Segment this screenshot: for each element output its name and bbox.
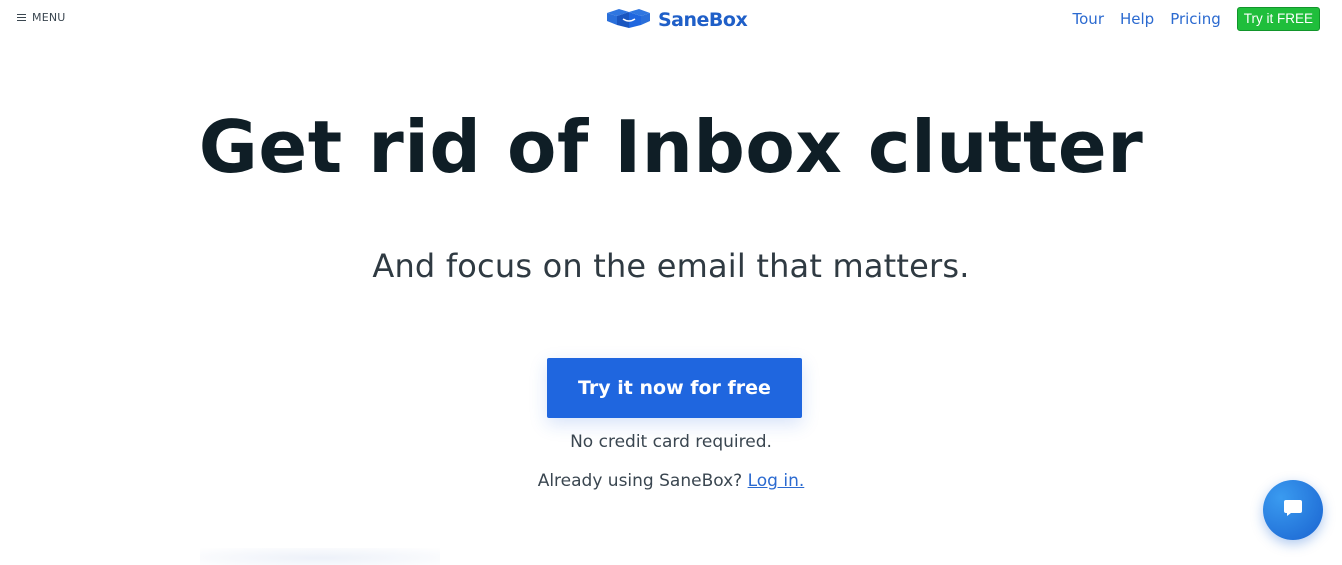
nav-pricing[interactable]: Pricing [1170, 10, 1221, 28]
landing-page: MENU SaneBox Tour Help Pricing Try it FR… [0, 0, 1342, 565]
top-nav: Tour Help Pricing Try it FREE [1073, 7, 1320, 31]
logo-text: SaneBox [658, 9, 748, 31]
login-line: Already using SaneBox? Log in. [0, 471, 1342, 491]
hero-headline: Get rid of Inbox clutter [198, 105, 1144, 189]
hero-subhead: And focus on the email that matters. [372, 247, 970, 285]
decorative-fade [200, 548, 440, 565]
try-now-button[interactable]: Try it now for free [547, 358, 802, 418]
box-icon [605, 7, 652, 33]
menu-button[interactable]: MENU [17, 11, 66, 24]
nav-help[interactable]: Help [1120, 10, 1154, 28]
no-credit-card-note: No credit card required. [570, 432, 772, 452]
login-prefix: Already using SaneBox? [537, 471, 743, 491]
try-free-button[interactable]: Try it FREE [1236, 7, 1320, 31]
login-link[interactable]: Log in. [748, 471, 805, 491]
nav-tour[interactable]: Tour [1073, 10, 1104, 28]
chat-button[interactable] [1263, 480, 1323, 540]
chat-bubble-icon [1282, 497, 1304, 523]
menu-label: MENU [32, 11, 66, 24]
hamburger-icon [17, 13, 26, 22]
logo[interactable]: SaneBox [605, 7, 748, 33]
